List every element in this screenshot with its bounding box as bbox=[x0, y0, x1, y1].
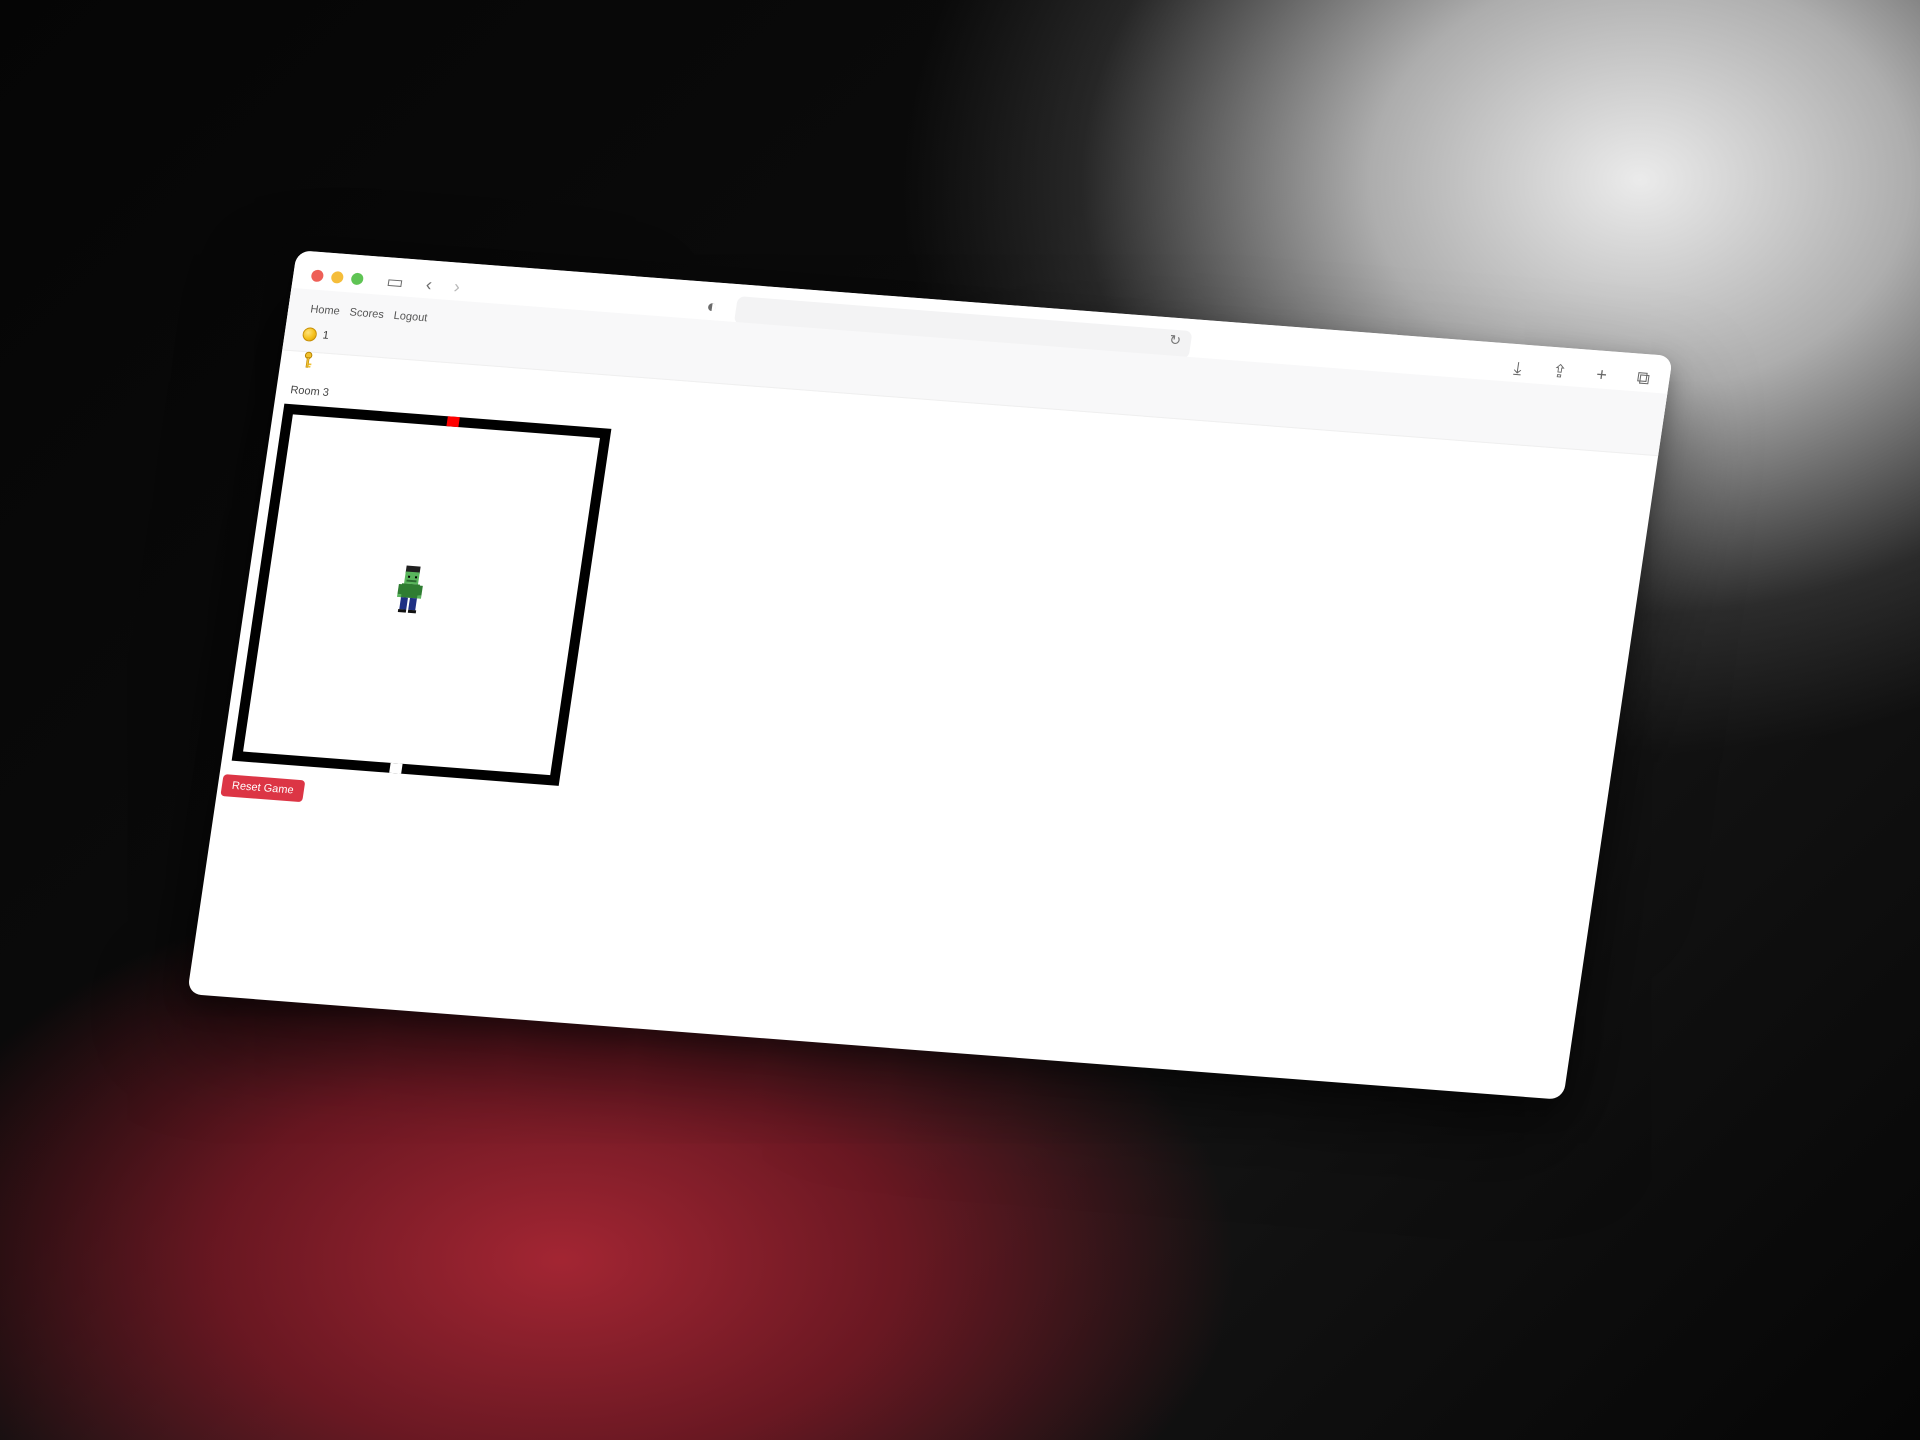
key-icon bbox=[299, 351, 316, 372]
download-icon[interactable]: ⤓ bbox=[1504, 355, 1531, 381]
room-label: Room 3 bbox=[289, 384, 330, 399]
tabs-icon[interactable]: ⧉ bbox=[1630, 365, 1657, 391]
chevron-right-icon[interactable]: › bbox=[443, 274, 470, 300]
zoom-window-button[interactable] bbox=[350, 272, 365, 286]
reload-icon[interactable]: ↻ bbox=[1168, 331, 1182, 349]
coin-count: 1 bbox=[321, 329, 330, 342]
player-sprite bbox=[389, 563, 431, 617]
top-door bbox=[446, 416, 460, 428]
nav-logout-link[interactable]: Logout bbox=[393, 310, 428, 324]
coin-counter: 1 bbox=[301, 326, 330, 343]
browser-window: ▭ ‹ › ◐ ↻ ⤓ ⇪ + ⧉ Home Scores Logout 1 R… bbox=[187, 250, 1673, 1100]
nav-home-link[interactable]: Home bbox=[310, 303, 341, 317]
minimize-window-button[interactable] bbox=[330, 270, 345, 284]
reset-game-button[interactable]: Reset Game bbox=[220, 774, 306, 803]
nav-scores-link[interactable]: Scores bbox=[349, 306, 385, 321]
share-icon[interactable]: ⇪ bbox=[1546, 359, 1573, 385]
nav-links: Home Scores Logout bbox=[310, 303, 429, 324]
page-content: 1 Room 3 Reset Game bbox=[187, 326, 1662, 1100]
chevron-left-icon[interactable]: ‹ bbox=[415, 272, 442, 298]
close-window-button[interactable] bbox=[310, 269, 325, 283]
bottom-door-gap bbox=[389, 762, 403, 774]
coin-icon bbox=[301, 326, 318, 342]
traffic-lights bbox=[310, 269, 365, 286]
sidebar-icon[interactable]: ▭ bbox=[381, 269, 408, 295]
game-board[interactable] bbox=[231, 403, 612, 786]
plus-icon[interactable]: + bbox=[1588, 362, 1615, 388]
desktop-scene: ▭ ‹ › ◐ ↻ ⤓ ⇪ + ⧉ Home Scores Logout 1 R… bbox=[0, 0, 1920, 1440]
shield-icon: ◐ bbox=[705, 295, 720, 317]
